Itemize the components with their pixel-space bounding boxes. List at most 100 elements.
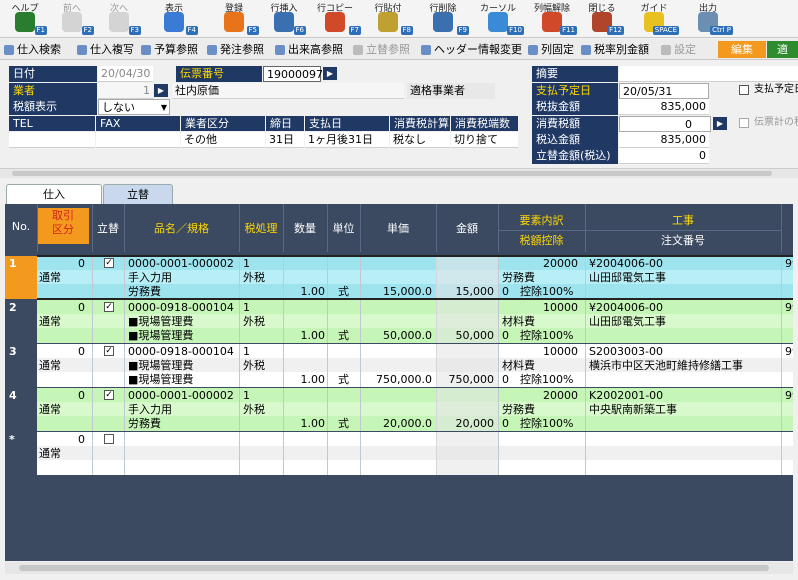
column-header-tani[interactable]: 単位 (327, 220, 360, 236)
command-button-6[interactable]: 立替参照 (352, 42, 410, 57)
unit[interactable]: 式 (327, 328, 360, 343)
tab-purchase[interactable]: 仕入 (6, 184, 102, 204)
unit-price[interactable]: 750,000.0 (360, 372, 434, 387)
kubun-number: 0 (78, 301, 85, 314)
element-type: 労務費 (502, 403, 535, 416)
toolbar-button-magnifier[interactable]: 表示 F4 (150, 0, 198, 38)
column-header-yoso[interactable]: 要素内訳 (498, 212, 585, 228)
toolbar-button-arrow-right[interactable]: 次へ F3 (97, 0, 141, 38)
advance-checkbox[interactable]: ✓ (104, 302, 114, 312)
column-header-zei[interactable]: 税処理 (239, 220, 283, 236)
unit-price[interactable]: 50,000.0 (360, 328, 434, 343)
column-header-tatekae[interactable]: 立替 (92, 220, 124, 236)
advance-checkbox[interactable] (104, 434, 114, 444)
command-button-7[interactable]: ヘッダー情報変更 (420, 42, 522, 57)
column-header-koji[interactable]: 工事 (585, 212, 781, 228)
toolbar-button-row-insert[interactable]: 行挿入 F6 (262, 0, 306, 38)
command-button-10[interactable]: 設定 (660, 42, 696, 57)
unit-price[interactable]: 15,000.0 (360, 284, 434, 299)
column-header-tanka[interactable]: 単価 (360, 220, 436, 236)
tax-amount-field[interactable]: 0 (619, 116, 711, 132)
table-row[interactable]: * 0 通常 (5, 432, 793, 475)
command-button-5[interactable]: 出来高参照 (274, 42, 343, 57)
apply-mode-button[interactable]: 適 (767, 41, 798, 58)
toolbar-button-close-door[interactable]: 閉じる F12 (580, 0, 624, 38)
toolbar-button-arrow-left[interactable]: 前へ F2 (50, 0, 94, 38)
edit-mode-button[interactable]: 編集 (718, 41, 766, 58)
advance-checkbox[interactable]: ✓ (104, 258, 114, 268)
item-code[interactable]: 0000-0918-000104 (126, 344, 239, 359)
unit[interactable]: 式 (327, 416, 360, 431)
quantity[interactable]: 1.00 (283, 284, 327, 299)
unit[interactable]: 式 (327, 284, 360, 299)
command-button-2[interactable]: 仕入複写 (76, 42, 134, 57)
cell-separator (239, 344, 240, 387)
item-code[interactable]: 0000-0001-000002 (126, 388, 239, 403)
toolbar-button-row-copy[interactable]: 行コピー F7 (309, 0, 361, 38)
toolbar-button-cursor[interactable]: カーソル F10 (472, 0, 524, 38)
tax-code[interactable]: 1 (241, 300, 283, 315)
project-code[interactable]: K2002001-00 (587, 388, 781, 403)
command-button-9[interactable]: 税率別金額 (580, 42, 649, 57)
pay-date-label: 支払予定日 (532, 83, 618, 99)
header-scrollbar-thumb[interactable] (12, 171, 772, 176)
grid-scrollbar-thumb[interactable] (19, 565, 769, 571)
toolbar-button-printer[interactable]: 出力 Ctrl P (683, 0, 733, 38)
quantity[interactable]: 1.00 (283, 416, 327, 431)
tax-code[interactable]: 1 (241, 344, 283, 359)
column-header-zeigaku[interactable]: 税額控除 (498, 232, 585, 248)
toolbar-button-ok[interactable]: 登録 F5 (209, 0, 259, 38)
project-code[interactable]: ¥2004006-00 (587, 256, 781, 271)
tax-type: 外税 (243, 315, 265, 328)
advance-checkbox[interactable]: ✓ (104, 390, 114, 400)
column-header-chumon[interactable]: 注文番号 (585, 232, 781, 248)
tab-advance[interactable]: 立替 (103, 184, 173, 204)
vendor-code-field[interactable]: 1 (98, 83, 153, 99)
closing-day-label: 締日 (266, 116, 304, 131)
date-field[interactable]: 20/04/30 (98, 66, 153, 82)
table-row[interactable]: 1 0 通常 ✓ 0000-0001-000002 手入力用 労務費 1 外税 1.00 式 15,0… (5, 256, 793, 299)
tax-code[interactable]: 1 (241, 388, 283, 403)
quantity[interactable]: 1.00 (283, 328, 327, 343)
slip-search-button[interactable]: ▶ (323, 67, 337, 80)
command-button-4[interactable]: 発注参照 (206, 42, 264, 57)
table-row[interactable]: 4 0 通常 ✓ 0000-0001-000002 手入力用 労務費 1 外税 1.00 式 20,0… (5, 388, 793, 431)
advance-checkbox[interactable]: ✓ (104, 346, 114, 356)
tax-amount-button[interactable]: ▶ (713, 117, 727, 130)
header-scrollbar[interactable] (0, 168, 798, 178)
quantity[interactable]: 1.00 (283, 372, 327, 387)
item-code[interactable]: 0000-0918-000104 (126, 300, 239, 315)
pay-date-field[interactable]: 20/05/31 (619, 83, 709, 99)
summary-field[interactable] (619, 66, 798, 82)
toolbar-button-row-paste[interactable]: 行貼付 F8 (363, 0, 413, 38)
column-header-hinmei[interactable]: 品名／規格 (124, 220, 239, 236)
command-button-1[interactable]: 仕入検索 (3, 42, 61, 57)
fkey-badge: F3 (128, 26, 141, 35)
table-row[interactable]: 2 0 通常 ✓ 0000-0918-000104 ■現場管理費 ■現場管理費 1 外税 1.00… (5, 300, 793, 343)
tax-code[interactable]: 1 (241, 256, 283, 271)
item-code[interactable]: 0000-0001-000002 (126, 256, 239, 271)
project-code[interactable]: ¥2004006-00 (587, 300, 781, 315)
project-code[interactable]: S2003003-00 (587, 344, 781, 359)
pay-date-checkbox[interactable] (739, 85, 749, 95)
grid-scrollbar[interactable] (5, 562, 793, 574)
command-button-3[interactable]: 予算参照 (140, 42, 198, 57)
column-header-no[interactable]: No. (5, 220, 37, 234)
unit-price[interactable]: 20,000.0 (360, 416, 434, 431)
toolbar-button-lightbulb[interactable]: ガイド SPACE (629, 0, 679, 38)
toolbar-button-row-delete[interactable]: 行削除 F9 (417, 0, 469, 38)
slip-total-tax-checkbox[interactable] (739, 118, 749, 128)
tax-display-select[interactable]: しない ▼ (98, 99, 170, 115)
command-button-8[interactable]: 列固定 (527, 42, 574, 57)
column-header-suryo[interactable]: 数量 (283, 220, 327, 236)
slip-number-field[interactable]: 19000097 (263, 66, 323, 82)
table-row[interactable]: 3 0 通常 ✓ 0000-0918-000104 ■現場管理費 ■現場管理費 1 外税 1.00… (5, 344, 793, 387)
column-header-kingaku[interactable]: 金額 (436, 220, 498, 236)
column-header-torihiki[interactable]: 取引 区分 (37, 209, 89, 237)
toolbar-button-column-width[interactable]: 列幅解除 F11 (527, 0, 577, 38)
vendor-search-button[interactable]: ▶ (154, 84, 168, 97)
unit[interactable]: 式 (327, 372, 360, 387)
header-separator (92, 204, 93, 252)
toolbar-button-help[interactable]: ヘルプ F1 (3, 0, 47, 38)
cell-separator (124, 432, 125, 475)
